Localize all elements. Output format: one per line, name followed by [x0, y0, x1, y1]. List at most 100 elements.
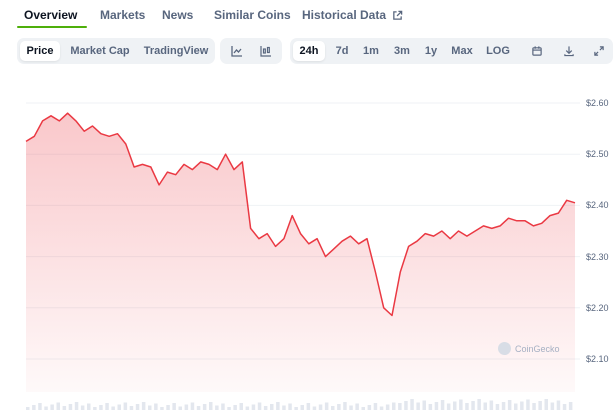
log-scale-button[interactable]: LOG [483, 41, 513, 61]
volume-bar [32, 405, 36, 410]
candlestick-button[interactable] [252, 41, 279, 61]
volume-bar [526, 399, 530, 410]
volume-bar [270, 404, 274, 410]
line-chart-icon [230, 46, 242, 57]
volume-bar [422, 400, 426, 410]
volume-bar [349, 405, 353, 410]
volume-bar [44, 406, 48, 410]
volume-bar [251, 404, 256, 410]
tab-overview[interactable]: Overview [24, 8, 77, 22]
volume-bar [477, 399, 481, 410]
tab-historical-data[interactable]: Historical Data [302, 8, 403, 22]
volume-bar [520, 401, 524, 410]
volume-bar [68, 404, 73, 410]
volume-bar [459, 399, 463, 410]
volume-bar [129, 406, 134, 410]
y-tick-label: $2.20 [586, 302, 609, 313]
range-1y-button[interactable]: 1y [420, 41, 442, 61]
volume-bar [562, 404, 567, 410]
volume-bar [300, 405, 304, 410]
tab-similar-coins[interactable]: Similar Coins [214, 8, 291, 22]
volume-bar [367, 405, 372, 410]
volume-bar [233, 405, 237, 410]
volume-bar [312, 406, 317, 410]
volume-bar [50, 404, 54, 410]
volume-bar [87, 403, 91, 410]
volume-bar [239, 403, 243, 410]
volume-bar [38, 403, 42, 410]
volume-bar [56, 402, 60, 410]
volume-bar [385, 404, 390, 410]
active-tab-indicator [17, 26, 87, 28]
volume-bar [398, 403, 402, 410]
volume-bar [202, 404, 207, 410]
volume-bar [263, 406, 268, 410]
volume-bar [184, 404, 189, 410]
range-1m-button[interactable]: 1m [359, 41, 383, 61]
volume-bar [507, 400, 512, 410]
download-icon [564, 46, 574, 57]
view-selector: Price Market Cap TradingView [17, 38, 215, 64]
volume-bar [495, 404, 500, 410]
range-3m-button[interactable]: 3m [389, 41, 415, 61]
range-selector: 24h 7d 1m 3m 1y Max LOG [290, 38, 613, 64]
external-link-icon [393, 10, 403, 20]
volume-bar [568, 402, 573, 410]
y-tick-label: $2.60 [586, 98, 609, 108]
candlestick-icon [259, 46, 271, 57]
volume-bar [483, 402, 487, 410]
download-button[interactable] [558, 41, 580, 61]
volume-bar [471, 401, 475, 410]
volume-bar [404, 401, 408, 410]
volume-bar [465, 403, 469, 410]
volume-bar [135, 404, 140, 410]
volume-bar [556, 400, 561, 410]
volume-bar [355, 403, 359, 410]
line-chart-button[interactable] [223, 41, 250, 61]
volume-bar [123, 402, 128, 410]
volume-bar [215, 405, 219, 410]
volume-bar [532, 403, 536, 410]
volume-bar [209, 402, 213, 410]
volume-bar [306, 403, 311, 410]
volume-bar [148, 405, 152, 410]
volume-bar [257, 402, 262, 410]
volume-bar [544, 399, 548, 410]
tab-historical-data-label: Historical Data [302, 8, 387, 22]
volume-bar [105, 403, 109, 410]
volume-bar [172, 403, 176, 410]
volume-bar [331, 406, 335, 410]
volume-bar [117, 404, 121, 410]
volume-bar [410, 399, 414, 410]
volume-bar [453, 401, 457, 410]
calendar-button[interactable] [526, 41, 548, 61]
volume-bar [80, 405, 85, 410]
volume-bar [282, 405, 286, 410]
view-tradingview-button[interactable]: TradingView [140, 41, 212, 61]
y-tick-label: $2.30 [586, 251, 609, 262]
volume-bar [343, 402, 347, 410]
range-24h-button[interactable]: 24h [293, 41, 325, 61]
volume-bar [288, 403, 292, 410]
y-tick-label: $2.50 [586, 149, 609, 160]
volume-bar [446, 403, 451, 410]
view-market-cap-button[interactable]: Market Cap [65, 41, 135, 61]
volume-bar [245, 406, 250, 410]
volume-bar [416, 402, 420, 410]
range-max-button[interactable]: Max [447, 41, 477, 61]
volume-bar [392, 402, 396, 410]
expand-button[interactable] [588, 41, 610, 61]
tab-news[interactable]: News [162, 8, 193, 22]
calendar-icon [532, 46, 542, 56]
chart-style-selector [220, 38, 282, 64]
range-7d-button[interactable]: 7d [330, 41, 354, 61]
expand-icon [594, 46, 604, 56]
volume-bar [434, 402, 439, 410]
volume-bar [221, 403, 225, 410]
volume-bar [318, 404, 323, 410]
tab-markets[interactable]: Markets [100, 8, 145, 22]
price-chart[interactable]: $2.60 $2.50 $2.40 $2.30 $2.20 $2.10 CoinGecko [0, 80, 615, 410]
view-price-button[interactable]: Price [20, 41, 60, 61]
volume-bar [62, 406, 67, 410]
volume-bar [538, 401, 542, 410]
